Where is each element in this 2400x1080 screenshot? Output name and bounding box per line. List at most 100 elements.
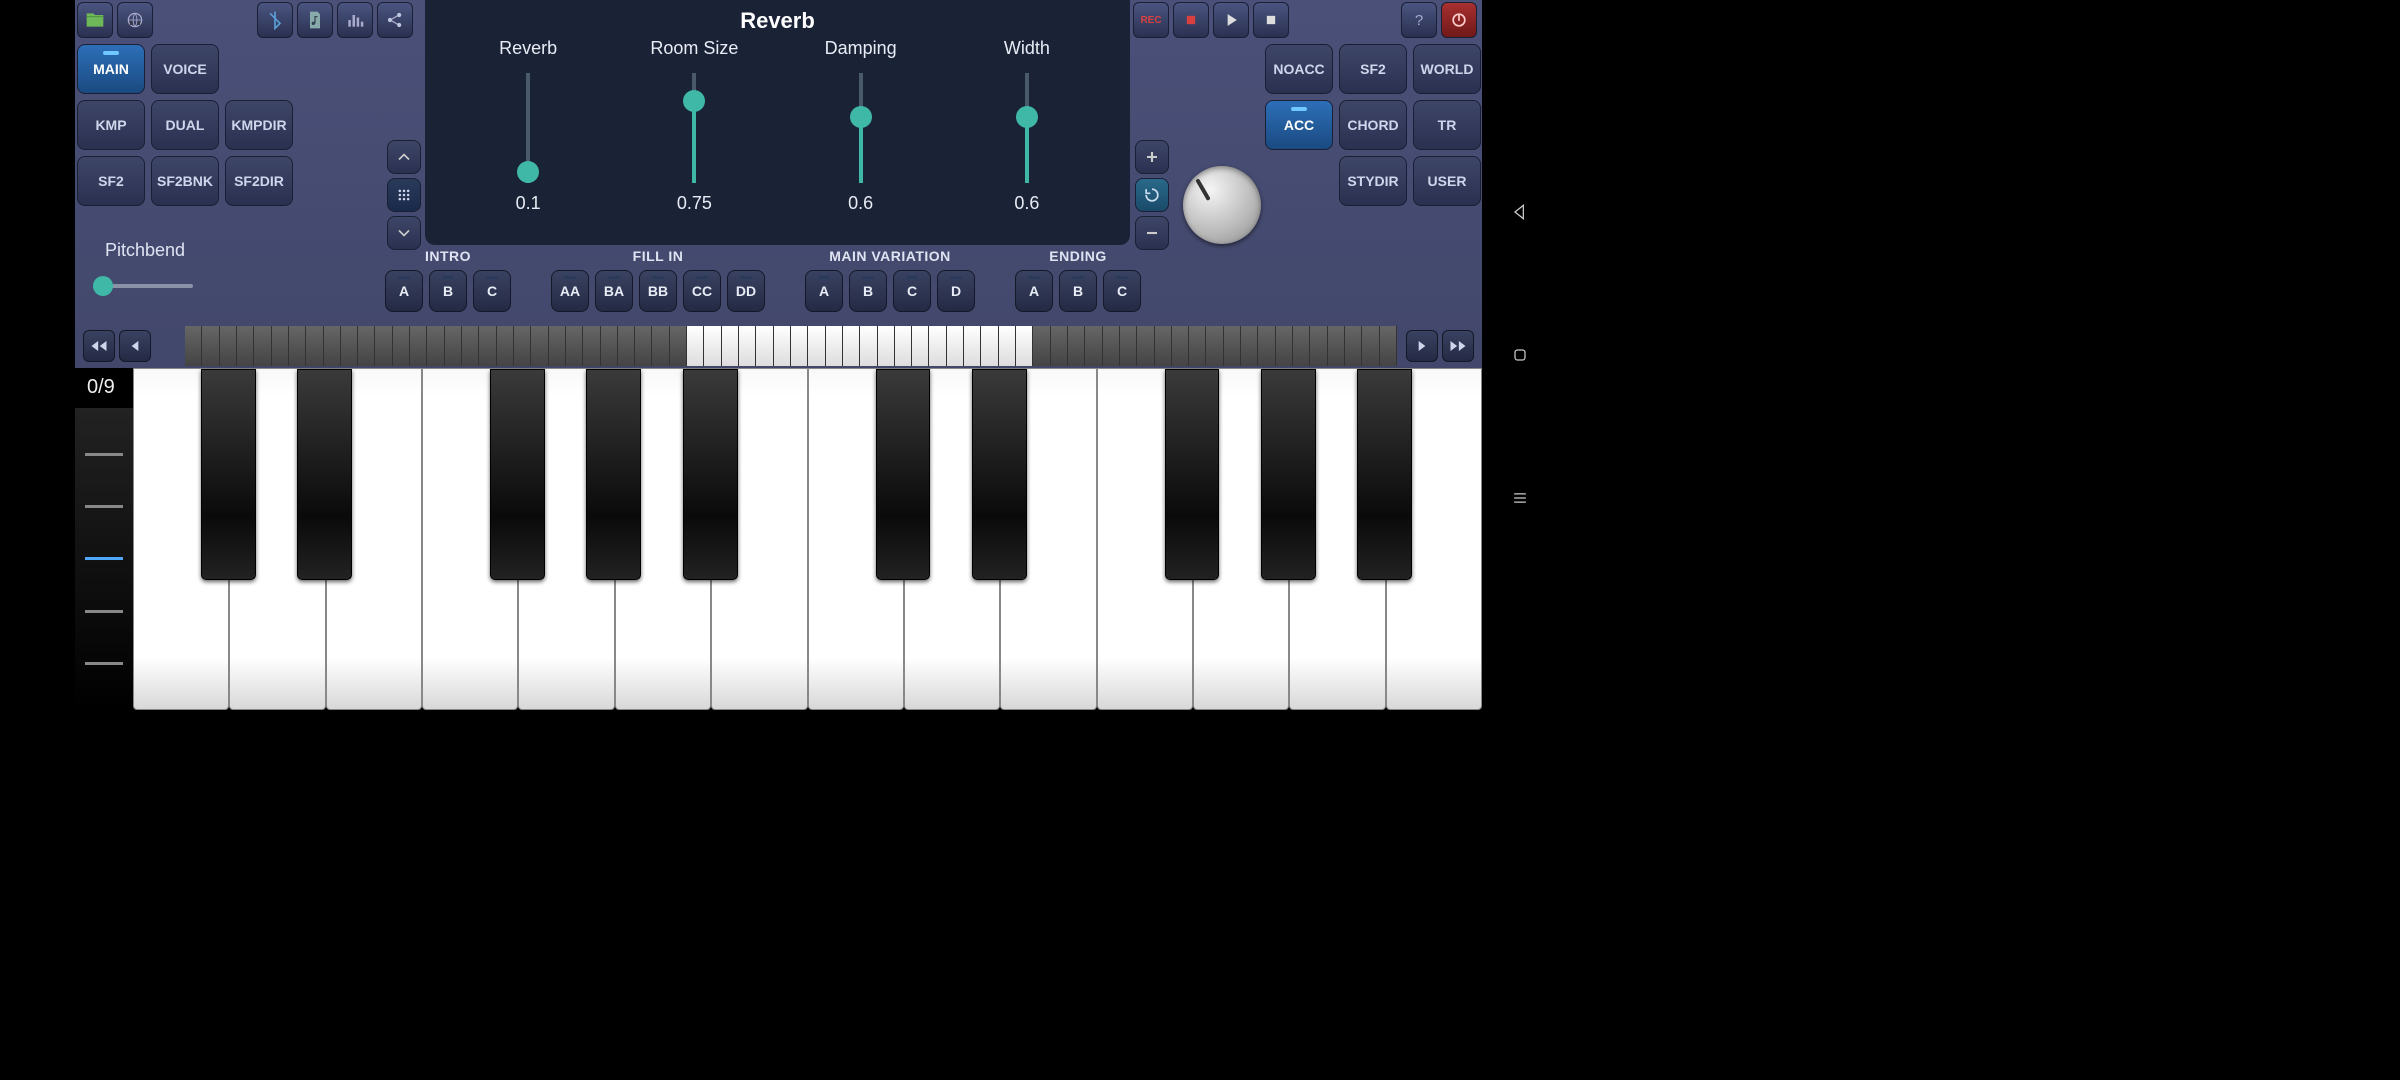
panel-title: Reverb: [445, 8, 1110, 34]
share-icon[interactable]: [377, 2, 413, 38]
tab-kmpdir[interactable]: KMPDIR: [225, 100, 293, 150]
section-btn-mainvariation-C[interactable]: C: [893, 270, 931, 312]
tab-user[interactable]: USER: [1413, 156, 1481, 206]
folder-icon[interactable]: [77, 2, 113, 38]
tab-sf2[interactable]: SF2: [77, 156, 145, 206]
section-btn-mainvariation-A[interactable]: A: [805, 270, 843, 312]
kb-next-icon[interactable]: [1406, 330, 1438, 362]
tab-world[interactable]: WORLD: [1413, 44, 1481, 94]
reset-icon[interactable]: [1135, 178, 1169, 212]
android-home-icon[interactable]: [1504, 339, 1536, 371]
black-key-8[interactable]: [972, 369, 1027, 580]
piano-keys[interactable]: [133, 368, 1482, 710]
equalizer-icon[interactable]: [337, 2, 373, 38]
tab-stydir[interactable]: STYDIR: [1339, 156, 1407, 206]
android-recent-icon[interactable]: [1504, 482, 1536, 514]
top-right-icons: ?: [1401, 2, 1477, 38]
tab-sf2r[interactable]: SF2: [1339, 44, 1407, 94]
slider-label-1: Room Size: [650, 38, 738, 59]
tab-noacc[interactable]: NOACC: [1265, 44, 1333, 94]
section-btn-intro-A[interactable]: A: [385, 270, 423, 312]
slider-1[interactable]: [692, 73, 696, 183]
black-key-10[interactable]: [1165, 369, 1220, 580]
tab-sf2dir[interactable]: SF2DIR: [225, 156, 293, 206]
right-tab-group: NOACC SF2 WORLD ACC CHORD TR STYDIR USER: [1265, 44, 1481, 206]
slider-label-2: Damping: [825, 38, 897, 59]
left-tab-group-2: KMP DUAL KMPDIR SF2 SF2BNK SF2DIR: [77, 100, 293, 206]
section-btn-fillin-BB[interactable]: BB: [639, 270, 677, 312]
white-key-10[interactable]: [1097, 368, 1193, 710]
power-icon[interactable]: [1441, 2, 1477, 38]
play-button[interactable]: [1213, 2, 1249, 38]
transport-controls: REC: [1133, 2, 1289, 38]
black-key-11[interactable]: [1261, 369, 1316, 580]
globe-headphone-icon[interactable]: [117, 2, 153, 38]
tab-chord[interactable]: CHORD: [1339, 100, 1407, 150]
android-back-icon[interactable]: [1504, 196, 1536, 228]
black-key-12[interactable]: [1357, 369, 1412, 580]
minus-icon[interactable]: [1135, 216, 1169, 250]
keyboard-overview[interactable]: [185, 326, 1397, 366]
section-btn-fillin-CC[interactable]: CC: [683, 270, 721, 312]
panel-nav-right: [1135, 140, 1169, 250]
section-btn-fillin-DD[interactable]: DD: [727, 270, 765, 312]
panel-grid-icon[interactable]: [387, 178, 421, 212]
pitchbend-slider[interactable]: [93, 276, 193, 296]
music-file-icon[interactable]: [297, 2, 333, 38]
slider-0[interactable]: [526, 73, 530, 183]
tab-tr[interactable]: TR: [1413, 100, 1481, 150]
black-key-3[interactable]: [490, 369, 545, 580]
pitchbend-label: Pitchbend: [105, 240, 185, 261]
tab-acc[interactable]: ACC: [1265, 100, 1333, 150]
app-root: REC ? MAIN VOICE KMP DUAL KMPDIR SF2 SF2…: [75, 0, 1482, 710]
slider-2[interactable]: [859, 73, 863, 183]
section-btn-fillin-BA[interactable]: BA: [595, 270, 633, 312]
android-nav: [1482, 0, 1557, 710]
rec-button[interactable]: REC: [1133, 2, 1169, 38]
tab-voice[interactable]: VOICE: [151, 44, 219, 94]
velocity-bar[interactable]: [75, 408, 133, 710]
plus-icon[interactable]: [1135, 140, 1169, 174]
panel-up-icon[interactable]: [387, 140, 421, 174]
section-btn-intro-C[interactable]: C: [473, 270, 511, 312]
section-btn-ending-A[interactable]: A: [1015, 270, 1053, 312]
tab-dual[interactable]: DUAL: [151, 100, 219, 150]
section-btn-ending-B[interactable]: B: [1059, 270, 1097, 312]
section-btn-mainvariation-D[interactable]: D: [937, 270, 975, 312]
black-key-4[interactable]: [586, 369, 641, 580]
white-key-0[interactable]: [133, 368, 229, 710]
panel-down-icon[interactable]: [387, 216, 421, 250]
section-title-3: ENDING: [1049, 248, 1106, 264]
keyboard-area: 0/9: [75, 368, 1482, 710]
white-key-3[interactable]: [422, 368, 518, 710]
panel-nav-left: [387, 140, 421, 250]
section-title-0: INTRO: [425, 248, 471, 264]
stop-button[interactable]: [1253, 2, 1289, 38]
tab-kmp[interactable]: KMP: [77, 100, 145, 150]
kb-rewind-icon[interactable]: [83, 330, 115, 362]
section-btn-intro-B[interactable]: B: [429, 270, 467, 312]
section-btn-mainvariation-B[interactable]: B: [849, 270, 887, 312]
stop-rec-button[interactable]: [1173, 2, 1209, 38]
kb-fastfwd-icon[interactable]: [1442, 330, 1474, 362]
kb-prev-icon[interactable]: [119, 330, 151, 362]
black-key-0[interactable]: [201, 369, 256, 580]
black-key-5[interactable]: [683, 369, 738, 580]
tab-main[interactable]: MAIN: [77, 44, 145, 94]
help-icon[interactable]: ?: [1401, 2, 1437, 38]
black-key-7[interactable]: [876, 369, 931, 580]
slider-label-3: Width: [1004, 38, 1050, 59]
slider-value-3: 0.6: [1014, 193, 1039, 214]
volume-knob[interactable]: [1183, 166, 1261, 244]
bluetooth-icon[interactable]: [257, 2, 293, 38]
left-tab-group: MAIN VOICE: [77, 44, 219, 94]
section-btn-ending-C[interactable]: C: [1103, 270, 1141, 312]
white-key-7[interactable]: [808, 368, 904, 710]
top-mid-icons: [257, 2, 413, 38]
section-btn-fillin-AA[interactable]: AA: [551, 270, 589, 312]
slider-3[interactable]: [1025, 73, 1029, 183]
black-key-1[interactable]: [297, 369, 352, 580]
tab-sf2bnk[interactable]: SF2BNK: [151, 156, 219, 206]
section-buttons: INTRO ABCFILL IN AABABBCCDDMAIN VARIATIO…: [385, 248, 1141, 312]
slider-value-1: 0.75: [677, 193, 712, 214]
